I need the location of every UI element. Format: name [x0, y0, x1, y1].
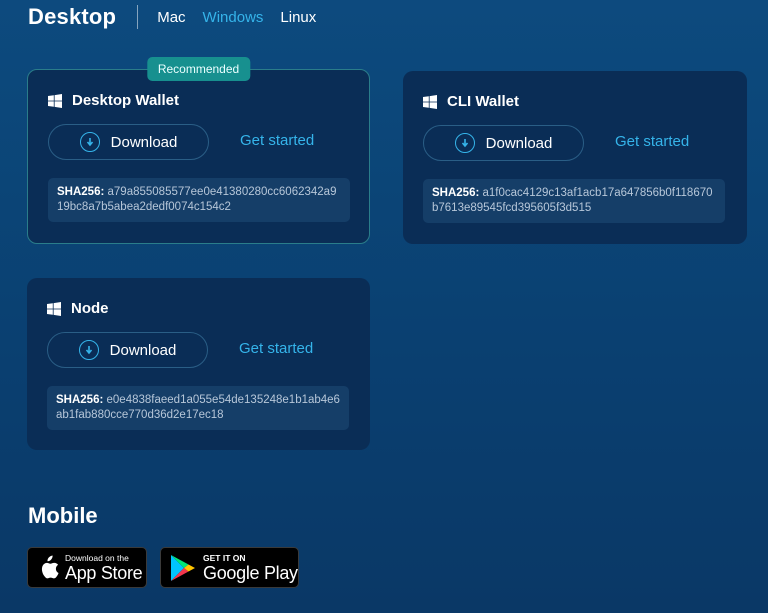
sha256-box: SHA256: a79a855085577ee0e41380280cc60623…: [48, 178, 350, 222]
card-desktop-wallet: Recommended Desktop Wallet Download Get …: [27, 57, 370, 244]
sha256-box: SHA256: e0e4838faeed1a055e54de135248e1b1…: [47, 386, 349, 430]
page-title: Desktop: [28, 4, 117, 29]
card-title-text: CLI Wallet: [447, 93, 519, 110]
sha256-label: SHA256:: [56, 394, 104, 406]
download-label: Download: [109, 341, 177, 359]
get-started-link[interactable]: Get started: [615, 133, 689, 150]
windows-icon: [48, 93, 62, 108]
download-label: Download: [110, 133, 178, 151]
desktop-header: Desktop Mac Windows Linux: [28, 4, 333, 30]
get-started-link[interactable]: Get started: [239, 340, 313, 357]
sha256-label: SHA256:: [432, 187, 480, 199]
tab-mac[interactable]: Mac: [157, 9, 185, 26]
tab-linux[interactable]: Linux: [280, 9, 316, 26]
google-play-big-text: Google Play: [203, 562, 298, 583]
sha256-label: SHA256:: [57, 186, 105, 198]
download-label: Download: [485, 134, 553, 152]
card-cli-wallet: CLI Wallet Download Get started SHA256: …: [403, 71, 747, 244]
windows-icon: [47, 301, 61, 316]
card-node: Node Download Get started SHA256: e0e483…: [27, 278, 370, 450]
download-button[interactable]: Download: [47, 332, 208, 368]
recommended-badge: Recommended: [146, 57, 251, 81]
app-store-button[interactable]: Download on the App Store: [27, 547, 147, 588]
google-play-button[interactable]: GET IT ON Google Play: [160, 547, 299, 588]
google-play-icon: [171, 554, 195, 581]
card-title: Desktop Wallet: [48, 92, 179, 109]
card-title: Node: [47, 300, 109, 317]
apple-icon: [41, 555, 59, 578]
download-icon: [79, 132, 100, 152]
download-button[interactable]: Download: [48, 124, 209, 160]
header-divider: [137, 5, 139, 29]
mobile-heading: Mobile: [28, 503, 98, 528]
download-button[interactable]: Download: [423, 125, 584, 161]
sha256-box: SHA256: a1f0cac4129c13af1acb17a647856b0f…: [423, 179, 725, 223]
google-play-small-text: GET IT ON: [203, 552, 246, 563]
card-title: CLI Wallet: [423, 93, 519, 110]
card-title-text: Desktop Wallet: [72, 92, 179, 109]
windows-icon: [423, 94, 437, 109]
card-title-text: Node: [71, 300, 109, 317]
get-started-link[interactable]: Get started: [240, 132, 314, 149]
app-store-big-text: App Store: [65, 562, 143, 583]
download-icon: [454, 133, 475, 153]
download-icon: [78, 340, 99, 360]
tab-windows[interactable]: Windows: [203, 9, 264, 26]
app-store-small-text: Download on the: [65, 552, 129, 563]
